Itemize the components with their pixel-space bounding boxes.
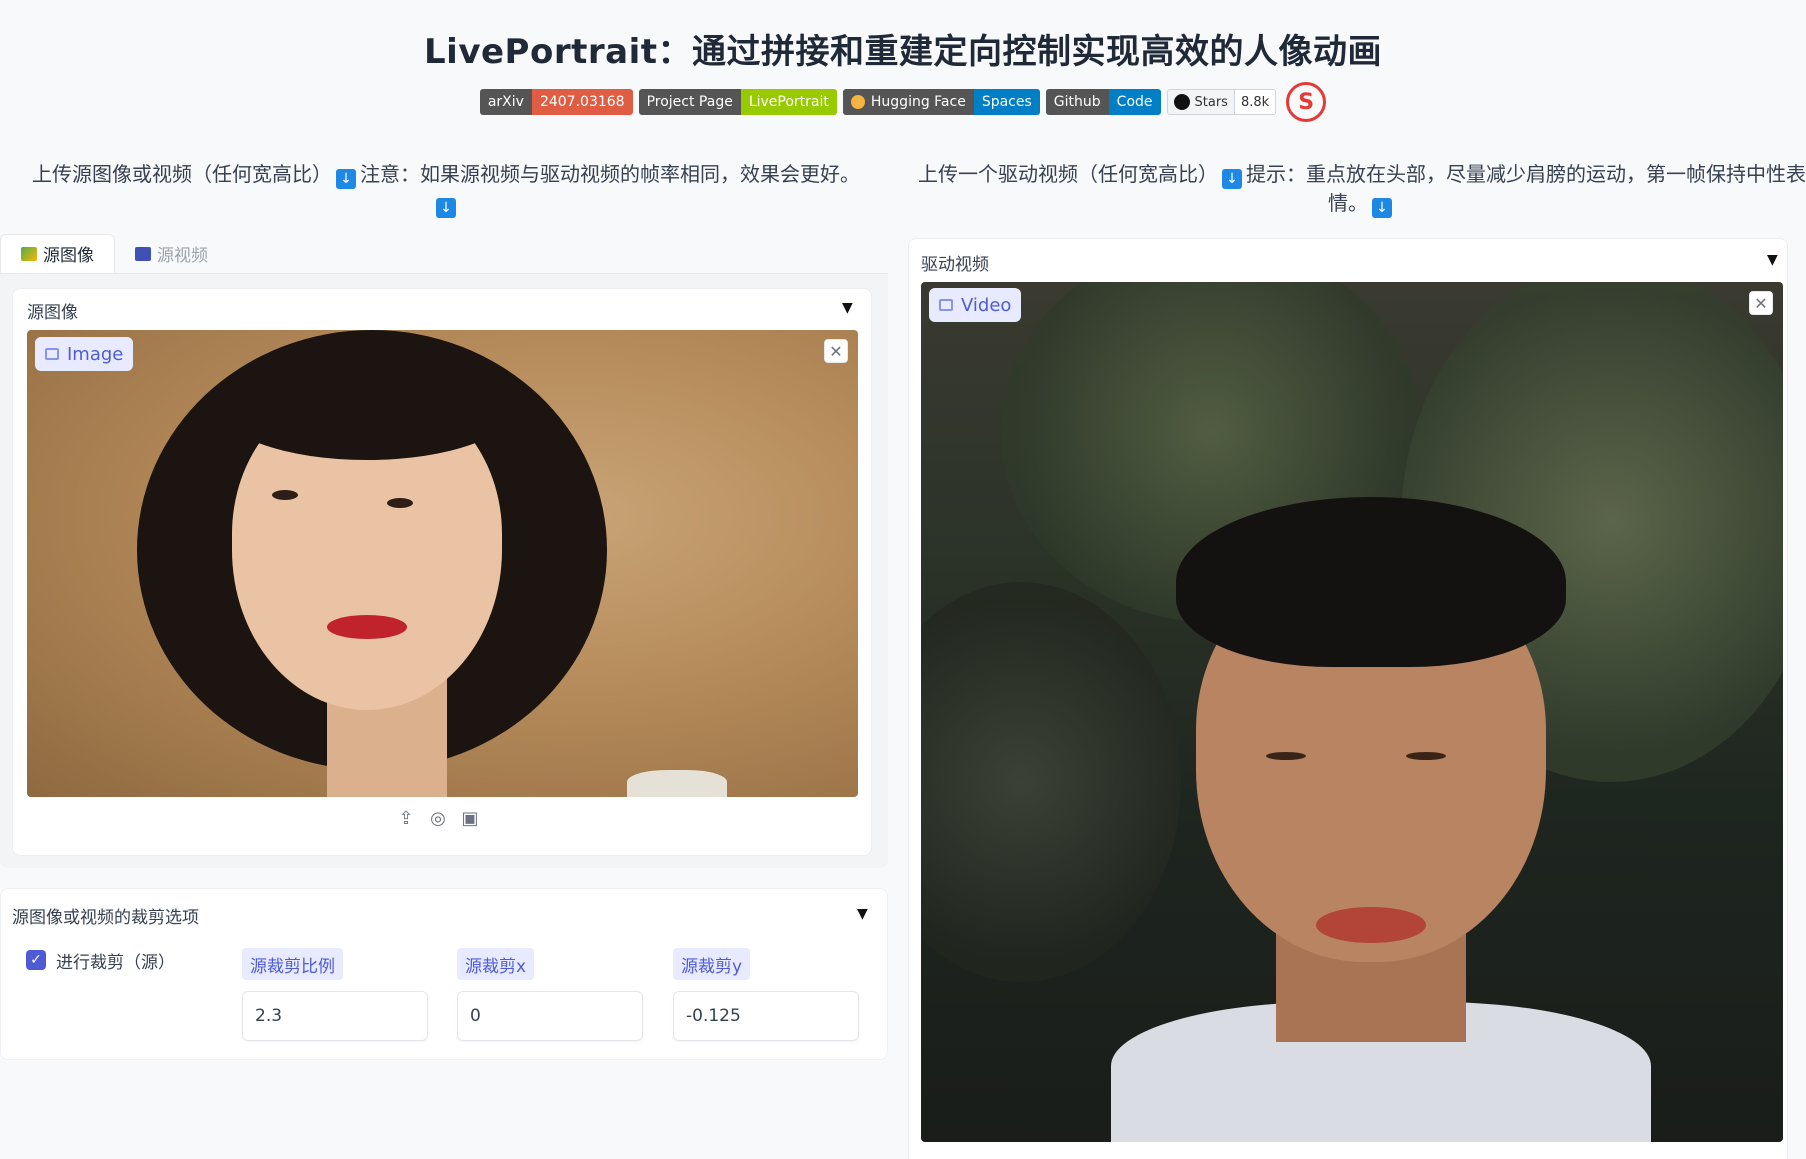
tab-source-video-label: 源视频 <box>157 246 208 266</box>
clear-video-button[interactable]: ✕ <box>1749 291 1773 315</box>
webcam-icon[interactable]: ◎ <box>428 808 448 829</box>
video-hair <box>1176 497 1566 667</box>
hf-badge-left-text: Hugging Face <box>870 94 966 110</box>
film-icon <box>135 246 151 261</box>
tab-source-image[interactable]: 源图像 <box>0 234 115 273</box>
stars-label-wrap: Stars <box>1168 90 1234 114</box>
source-image-preview <box>27 330 858 797</box>
portrait-eye-left <box>272 490 298 500</box>
github-icon <box>1173 94 1190 110</box>
driving-instruction-text: 上传一个驱动视频（任何宽高比） <box>918 162 1218 186</box>
crop-scale-label: 源裁剪比例 <box>242 948 343 980</box>
portrait-fringe <box>217 350 517 460</box>
image-chip-label: Image <box>67 343 124 365</box>
portrait-eye-right <box>387 498 413 508</box>
arxiv-badge-left: arXiv <box>479 89 532 115</box>
hugging-face-badge[interactable]: Hugging Face Spaces <box>842 89 1040 115</box>
github-badge-left: Github <box>1045 89 1109 115</box>
video-eye-left <box>1266 752 1306 760</box>
arxiv-badge-right: 2407.03168 <box>531 89 633 115</box>
upload-icon[interactable]: ⇪ <box>396 808 416 829</box>
crop-y-input[interactable]: -0.125 <box>673 991 859 1041</box>
collapse-caret-icon[interactable]: ▼ <box>842 300 853 316</box>
video-lips <box>1316 907 1426 943</box>
video-type-chip: Video <box>929 288 1022 322</box>
hf-badge-left: Hugging Face <box>842 89 974 115</box>
download-icon: ↓ <box>336 169 356 189</box>
hf-badge-right: Spaces <box>973 89 1040 115</box>
collapse-caret-icon[interactable]: ▼ <box>1767 252 1778 268</box>
source-instructions: 上传源图像或视频（任何宽高比） ↓ 注意：如果源视频与驱动视频的帧率相同，效果会更好… <box>6 160 886 218</box>
project-badge-left: Project Page <box>638 89 741 115</box>
portrait-lips <box>327 615 407 639</box>
driving-video-preview[interactable] <box>921 282 1783 1142</box>
video-chip-label: Video <box>961 294 1012 316</box>
tab-source-image-label: 源图像 <box>43 246 94 266</box>
video-eye-right <box>1406 752 1446 760</box>
source-note-text: 注意：如果源视频与驱动视频的帧率相同，效果会更好。 <box>360 162 860 186</box>
download-icon: ↓ <box>1222 169 1242 189</box>
stars-label: Stars <box>1194 94 1228 110</box>
image-type-chip: Image <box>35 337 134 371</box>
project-page-badge[interactable]: Project Page LivePortrait <box>638 89 837 115</box>
image-icon <box>21 246 37 261</box>
red-s-logo-icon: S <box>1286 82 1327 122</box>
collapse-caret-icon[interactable]: ▼ <box>857 906 868 922</box>
github-badge[interactable]: Github Code <box>1045 89 1161 115</box>
image-icon <box>45 348 59 360</box>
project-badge-right: LivePortrait <box>740 89 837 115</box>
crop-options-label: 源图像或视频的裁剪选项 <box>12 908 199 928</box>
liveportrait-page: LivePortrait：通过拼接和重建定向控制实现高效的人像动画 arXiv … <box>0 0 1806 1159</box>
video-camera-icon <box>939 299 953 311</box>
stars-count: 8.8k <box>1233 90 1276 114</box>
github-stars-badge[interactable]: Stars 8.8k <box>1166 89 1277 115</box>
driving-instructions: 上传一个驱动视频（任何宽高比） ↓ 提示：重点放在头部，尽量减少肩膀的运动，第一帧保… <box>918 160 1806 218</box>
dress-detail <box>627 770 727 797</box>
crop-scale-input[interactable]: 2.3 <box>242 991 428 1041</box>
clipboard-icon[interactable]: ▣ <box>460 808 480 829</box>
driving-video-label: 驱动视频 <box>921 255 989 275</box>
download-icon: ↓ <box>1372 198 1392 218</box>
clear-image-button[interactable]: ✕ <box>824 339 848 363</box>
do-crop-label: 进行裁剪（源） <box>56 953 175 973</box>
arxiv-badge[interactable]: arXiv 2407.03168 <box>479 89 633 115</box>
source-tabs: 源图像 源视频 <box>0 234 888 274</box>
crop-x-input[interactable]: 0 <box>457 991 643 1041</box>
github-badge-right: Code <box>1108 89 1161 115</box>
palm-leaves <box>921 582 1181 982</box>
tab-source-video[interactable]: 源视频 <box>115 234 228 273</box>
badge-row: arXiv 2407.03168 Project Page LivePortra… <box>0 82 1806 122</box>
do-crop-checkbox[interactable]: ✓ <box>26 950 46 970</box>
image-source-tools: ⇪ ◎ ▣ <box>396 808 480 829</box>
download-icon: ↓ <box>436 198 456 218</box>
source-instruction-text: 上传源图像或视频（任何宽高比） <box>32 162 332 186</box>
crop-y-label: 源裁剪y <box>673 948 751 980</box>
driving-note-text: 提示：重点放在头部，尽量减少肩膀的运动，第一帧保持中性表情。 <box>1246 162 1806 215</box>
crop-x-label: 源裁剪x <box>457 948 535 980</box>
source-image-label: 源图像 <box>27 303 78 323</box>
hugging-face-icon <box>850 95 865 109</box>
page-title: LivePortrait：通过拼接和重建定向控制实现高效的人像动画 <box>424 32 1382 72</box>
